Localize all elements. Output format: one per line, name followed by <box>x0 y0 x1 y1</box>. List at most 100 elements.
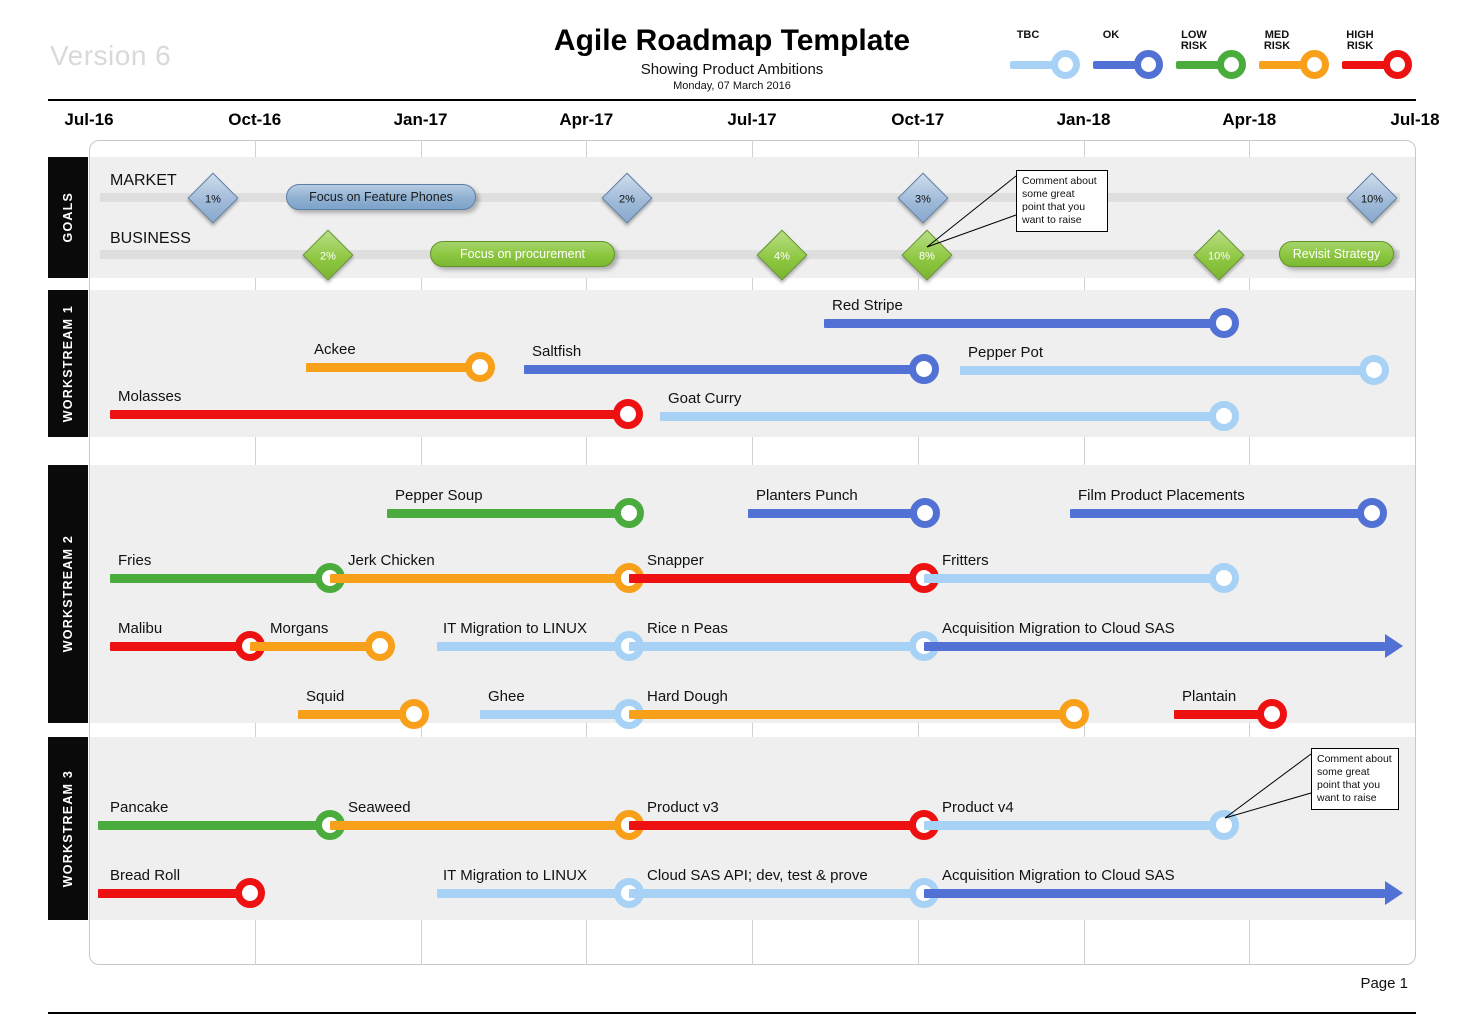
task-bar-saltfish[interactable] <box>524 365 924 374</box>
task-bar-malibu[interactable] <box>110 642 250 651</box>
footer-divider <box>48 1012 1416 1014</box>
legend-ring-icon <box>1300 50 1329 79</box>
task-label-cloud-sas-api-dev-test-prove: Cloud SAS API; dev, test & prove <box>647 867 868 884</box>
task-milestone-planters-punch[interactable] <box>910 498 940 528</box>
task-milestone-fritters[interactable] <box>1209 563 1239 593</box>
task-bar-product-v3[interactable] <box>629 821 924 830</box>
task-bar-jerk-chicken[interactable] <box>330 574 629 583</box>
task-milestone-bread-roll[interactable] <box>235 878 265 908</box>
legend-item-med-risk[interactable]: MED RISK <box>1259 30 1337 80</box>
task-bar-snapper[interactable] <box>629 574 924 583</box>
task-label-it-migration-to-linux: IT Migration to LINUX <box>443 867 587 884</box>
task-bar-molasses[interactable] <box>110 410 628 419</box>
task-milestone-pepper-soup[interactable] <box>614 498 644 528</box>
task-label-pepper-soup: Pepper Soup <box>395 487 483 504</box>
task-label-snapper: Snapper <box>647 552 704 569</box>
roadmap-page: Version 6 Agile Roadmap Template Showing… <box>0 0 1464 1026</box>
task-bar-film-product-placements[interactable] <box>1070 509 1372 518</box>
task-label-seaweed: Seaweed <box>348 799 411 816</box>
task-label-pancake: Pancake <box>110 799 169 816</box>
task-milestone-red-stripe[interactable] <box>1209 308 1239 338</box>
task-bar-product-v4[interactable] <box>924 821 1224 830</box>
swimlane-label-text: GOALS <box>61 192 75 243</box>
task-bar-hard-dough[interactable] <box>629 710 1074 719</box>
swimlane-label-text: WORKSTREAM 2 <box>61 535 75 653</box>
task-bar-fries[interactable] <box>110 574 330 583</box>
task-bar-acquisition-migration-to-cloud-sas[interactable] <box>924 889 1385 898</box>
task-bar-acquisition-migration-to-cloud-sas[interactable] <box>924 642 1385 651</box>
goal-pill[interactable]: Focus on procurement <box>430 241 615 267</box>
swimlane-label-text: WORKSTREAM 3 <box>61 769 75 888</box>
task-label-fritters: Fritters <box>942 552 989 569</box>
legend-ring-icon <box>1051 50 1080 79</box>
task-bar-goat-curry[interactable] <box>660 412 1224 421</box>
task-bar-pepper-soup[interactable] <box>387 509 629 518</box>
task-bar-bread-roll[interactable] <box>98 889 250 898</box>
task-label-bread-roll: Bread Roll <box>110 867 181 884</box>
task-milestone-morgans[interactable] <box>365 631 395 661</box>
header-divider <box>48 99 1416 101</box>
goal-row-title-business: BUSINESS <box>110 230 191 247</box>
goal-milestone-value: 3% <box>915 193 931 206</box>
goal-milestone-value: 2% <box>320 250 336 263</box>
swimlane-label-workstream-1: WORKSTREAM 1 <box>48 290 88 437</box>
goal-pill[interactable]: Revisit Strategy <box>1279 241 1394 267</box>
legend-item-ok[interactable]: OK <box>1093 30 1171 80</box>
task-bar-morgans[interactable] <box>250 642 380 651</box>
page-number: Page 1 <box>1360 975 1408 992</box>
task-milestone-molasses[interactable] <box>613 399 643 429</box>
task-label-planters-punch: Planters Punch <box>756 487 858 504</box>
task-milestone-hard-dough[interactable] <box>1059 699 1089 729</box>
task-bar-ghee[interactable] <box>480 710 629 719</box>
task-label-hard-dough: Hard Dough <box>647 688 728 705</box>
task-arrow-icon <box>1385 634 1403 658</box>
swimlane-label-goals: GOALS <box>48 157 88 278</box>
task-bar-fritters[interactable] <box>924 574 1224 583</box>
legend-item-label: MED RISK <box>1263 29 1291 52</box>
task-label-acquisition-migration-to-cloud-sas: Acquisition Migration to Cloud SAS <box>942 867 1175 884</box>
task-milestone-product-v4[interactable] <box>1209 810 1239 840</box>
comment-callout-1[interactable]: Comment about some great point that you … <box>1016 170 1108 232</box>
task-milestone-ackee[interactable] <box>465 352 495 382</box>
task-milestone-plantain[interactable] <box>1257 699 1287 729</box>
task-bar-it-migration-to-linux[interactable] <box>437 642 629 651</box>
axis-tick-jul-18: Jul-18 <box>1390 110 1440 129</box>
task-label-product-v4: Product v4 <box>942 799 1014 816</box>
task-label-plantain: Plantain <box>1182 688 1237 705</box>
legend-item-low-risk[interactable]: LOW RISK <box>1176 30 1254 80</box>
task-milestone-pepper-pot[interactable] <box>1359 355 1389 385</box>
goal-row-title-market: MARKET <box>110 172 177 189</box>
task-bar-it-migration-to-linux[interactable] <box>437 889 629 898</box>
task-bar-pancake[interactable] <box>98 821 330 830</box>
task-bar-red-stripe[interactable] <box>824 319 1224 328</box>
axis-tick-jul-16: Jul-16 <box>64 110 114 129</box>
swimlane-label-text: WORKSTREAM 1 <box>61 304 75 423</box>
task-bar-planters-punch[interactable] <box>748 509 925 518</box>
task-milestone-goat-curry[interactable] <box>1209 401 1239 431</box>
axis-tick-oct-16: Oct-16 <box>228 110 282 129</box>
legend-item-high-risk[interactable]: HIGH RISK <box>1342 30 1420 80</box>
task-label-squid: Squid <box>306 688 345 705</box>
axis-tick-apr-17: Apr-17 <box>559 110 614 129</box>
legend-item-tbc[interactable]: TBC <box>1010 30 1088 80</box>
task-milestone-squid[interactable] <box>399 699 429 729</box>
legend-item-label: LOW RISK <box>1180 29 1208 52</box>
task-label-product-v3: Product v3 <box>647 799 719 816</box>
task-label-goat-curry: Goat Curry <box>668 390 742 407</box>
task-milestone-saltfish[interactable] <box>909 354 939 384</box>
task-bar-ackee[interactable] <box>306 363 480 372</box>
swimlane-label-workstream-2: WORKSTREAM 2 <box>48 465 88 723</box>
axis-tick-jan-18: Jan-18 <box>1056 110 1111 129</box>
task-bar-squid[interactable] <box>298 710 414 719</box>
risk-legend: TBC OK LOW RISK MED RISK HIGH RISK <box>1010 28 1430 88</box>
task-milestone-film-product-placements[interactable] <box>1357 498 1387 528</box>
task-label-ghee: Ghee <box>488 688 525 705</box>
task-bar-seaweed[interactable] <box>330 821 629 830</box>
goal-milestone-value: 4% <box>774 250 790 263</box>
task-label-morgans: Morgans <box>270 620 329 637</box>
comment-callout-2[interactable]: Comment about some great point that you … <box>1311 748 1399 810</box>
task-bar-rice-n-peas[interactable] <box>629 642 924 651</box>
goal-pill[interactable]: Focus on Feature Phones <box>286 184 476 210</box>
task-bar-pepper-pot[interactable] <box>960 366 1374 375</box>
task-bar-cloud-sas-api-dev-test-prove[interactable] <box>629 889 924 898</box>
